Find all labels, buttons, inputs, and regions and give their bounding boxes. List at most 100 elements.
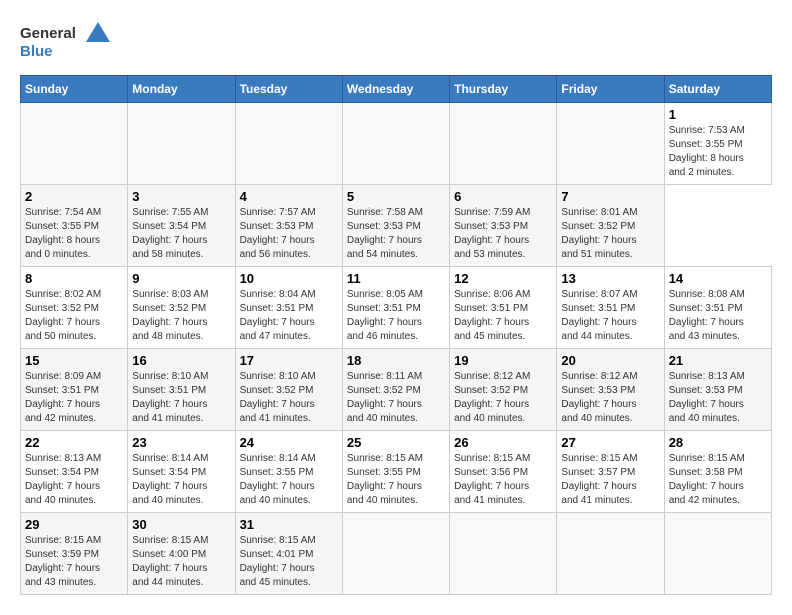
calendar-cell [557, 513, 664, 595]
calendar-cell: 12 Sunrise: 8:06 AM Sunset: 3:51 PM Dayli… [450, 267, 557, 349]
calendar-week-row: 8 Sunrise: 8:02 AM Sunset: 3:52 PM Daylig… [21, 267, 772, 349]
day-header-monday: Monday [128, 76, 235, 103]
calendar-week-row: 29 Sunrise: 8:15 AM Sunset: 3:59 PM Dayli… [21, 513, 772, 595]
day-info: Sunrise: 8:09 AM Sunset: 3:51 PM Dayligh… [25, 370, 123, 426]
day-info: Sunrise: 7:53 AM Sunset: 3:55 PM Dayligh… [669, 124, 767, 180]
day-number: 10 [240, 271, 338, 286]
calendar-body: 1 Sunrise: 7:53 AM Sunset: 3:55 PM Daylig… [21, 103, 772, 595]
calendar-cell [450, 103, 557, 185]
day-number: 16 [132, 353, 230, 368]
calendar-cell: 21 Sunrise: 8:13 AM Sunset: 3:53 PM Dayli… [664, 349, 771, 431]
calendar-cell [342, 103, 449, 185]
day-info: Sunrise: 7:59 AM Sunset: 3:53 PM Dayligh… [454, 206, 552, 262]
day-info: Sunrise: 8:02 AM Sunset: 3:52 PM Dayligh… [25, 288, 123, 344]
calendar-cell: 6Sunrise: 7:59 AM Sunset: 3:53 PM Daylig… [450, 185, 557, 267]
day-info: Sunrise: 8:06 AM Sunset: 3:51 PM Dayligh… [454, 288, 552, 344]
calendar-cell: 14Sunrise: 8:08 AM Sunset: 3:51 PM Dayli… [664, 267, 771, 349]
day-header-thursday: Thursday [450, 76, 557, 103]
day-number: 3 [132, 189, 230, 204]
day-header-sunday: Sunday [21, 76, 128, 103]
calendar-cell: 1 Sunrise: 7:53 AM Sunset: 3:55 PM Daylig… [664, 103, 771, 185]
day-info: Sunrise: 8:05 AM Sunset: 3:51 PM Dayligh… [347, 288, 445, 344]
day-info: Sunrise: 8:15 AM Sunset: 3:59 PM Dayligh… [25, 534, 123, 590]
calendar-week-row: 22Sunrise: 8:13 AM Sunset: 3:54 PM Dayli… [21, 431, 772, 513]
day-number: 9 [132, 271, 230, 286]
generalblue-logo: General Blue [20, 20, 120, 65]
day-number: 12 [454, 271, 552, 286]
day-header-wednesday: Wednesday [342, 76, 449, 103]
calendar-week-row: 1 Sunrise: 7:53 AM Sunset: 3:55 PM Daylig… [21, 103, 772, 185]
day-info: Sunrise: 7:57 AM Sunset: 3:53 PM Dayligh… [240, 206, 338, 262]
day-number: 30 [132, 517, 230, 532]
svg-text:Blue: Blue [20, 43, 53, 60]
day-info: Sunrise: 8:15 AM Sunset: 3:56 PM Dayligh… [454, 452, 552, 508]
page-header: General Blue [20, 20, 772, 65]
calendar-cell [235, 103, 342, 185]
calendar-cell: 16 Sunrise: 8:10 AM Sunset: 3:51 PM Dayli… [128, 349, 235, 431]
day-info: Sunrise: 8:14 AM Sunset: 3:55 PM Dayligh… [240, 452, 338, 508]
day-info: Sunrise: 8:11 AM Sunset: 3:52 PM Dayligh… [347, 370, 445, 426]
calendar-cell: 27 Sunrise: 8:15 AM Sunset: 3:57 PM Dayli… [557, 431, 664, 513]
calendar-cell: 10 Sunrise: 8:04 AM Sunset: 3:51 PM Dayli… [235, 267, 342, 349]
day-number: 21 [669, 353, 767, 368]
day-number: 5 [347, 189, 445, 204]
day-info: Sunrise: 8:10 AM Sunset: 3:51 PM Dayligh… [132, 370, 230, 426]
calendar-cell: 4 Sunrise: 7:57 AM Sunset: 3:53 PM Daylig… [235, 185, 342, 267]
day-number: 26 [454, 435, 552, 450]
day-header-friday: Friday [557, 76, 664, 103]
day-number: 13 [561, 271, 659, 286]
calendar-cell: 3Sunrise: 7:55 AM Sunset: 3:54 PM Daylig… [128, 185, 235, 267]
day-info: Sunrise: 7:58 AM Sunset: 3:53 PM Dayligh… [347, 206, 445, 262]
day-number: 4 [240, 189, 338, 204]
day-number: 25 [347, 435, 445, 450]
day-info: Sunrise: 8:13 AM Sunset: 3:53 PM Dayligh… [669, 370, 767, 426]
day-number: 28 [669, 435, 767, 450]
calendar-cell: 17 Sunrise: 8:10 AM Sunset: 3:52 PM Dayli… [235, 349, 342, 431]
calendar-week-row: 2Sunrise: 7:54 AM Sunset: 3:55 PM Daylig… [21, 185, 772, 267]
calendar-cell [450, 513, 557, 595]
day-number: 19 [454, 353, 552, 368]
day-number: 27 [561, 435, 659, 450]
calendar-cell [21, 103, 128, 185]
day-info: Sunrise: 8:15 AM Sunset: 4:01 PM Dayligh… [240, 534, 338, 590]
calendar-cell: 13Sunrise: 8:07 AM Sunset: 3:51 PM Dayli… [557, 267, 664, 349]
day-info: Sunrise: 8:15 AM Sunset: 3:55 PM Dayligh… [347, 452, 445, 508]
day-number: 1 [669, 107, 767, 122]
calendar-cell: 30 Sunrise: 8:15 AM Sunset: 4:00 PM Dayli… [128, 513, 235, 595]
calendar-cell [342, 513, 449, 595]
calendar-cell: 9 Sunrise: 8:03 AM Sunset: 3:52 PM Daylig… [128, 267, 235, 349]
day-info: Sunrise: 8:10 AM Sunset: 3:52 PM Dayligh… [240, 370, 338, 426]
day-info: Sunrise: 7:54 AM Sunset: 3:55 PM Dayligh… [25, 206, 123, 262]
calendar-cell: 18Sunrise: 8:11 AM Sunset: 3:52 PM Dayli… [342, 349, 449, 431]
day-info: Sunrise: 8:15 AM Sunset: 3:57 PM Dayligh… [561, 452, 659, 508]
logo: General Blue [20, 20, 120, 65]
calendar-cell: 8 Sunrise: 8:02 AM Sunset: 3:52 PM Daylig… [21, 267, 128, 349]
day-number: 14 [669, 271, 767, 286]
day-number: 8 [25, 271, 123, 286]
day-number: 24 [240, 435, 338, 450]
svg-text:General: General [20, 25, 76, 42]
day-number: 15 [25, 353, 123, 368]
day-number: 29 [25, 517, 123, 532]
calendar-cell: 29 Sunrise: 8:15 AM Sunset: 3:59 PM Dayli… [21, 513, 128, 595]
calendar-cell: 23Sunrise: 8:14 AM Sunset: 3:54 PM Dayli… [128, 431, 235, 513]
day-info: Sunrise: 8:15 AM Sunset: 4:00 PM Dayligh… [132, 534, 230, 590]
calendar-cell: 5 Sunrise: 7:58 AM Sunset: 3:53 PM Daylig… [342, 185, 449, 267]
calendar-cell: 25 Sunrise: 8:15 AM Sunset: 3:55 PM Dayli… [342, 431, 449, 513]
calendar-cell: 31Sunrise: 8:15 AM Sunset: 4:01 PM Dayli… [235, 513, 342, 595]
calendar-table: SundayMondayTuesdayWednesdayThursdayFrid… [20, 75, 772, 595]
calendar-cell: 22Sunrise: 8:13 AM Sunset: 3:54 PM Dayli… [21, 431, 128, 513]
calendar-cell: 24 Sunrise: 8:14 AM Sunset: 3:55 PM Dayli… [235, 431, 342, 513]
calendar-cell: 26 Sunrise: 8:15 AM Sunset: 3:56 PM Dayli… [450, 431, 557, 513]
day-info: Sunrise: 8:04 AM Sunset: 3:51 PM Dayligh… [240, 288, 338, 344]
calendar-header-row: SundayMondayTuesdayWednesdayThursdayFrid… [21, 76, 772, 103]
day-number: 23 [132, 435, 230, 450]
day-number: 20 [561, 353, 659, 368]
day-info: Sunrise: 8:03 AM Sunset: 3:52 PM Dayligh… [132, 288, 230, 344]
calendar-cell: 11Sunrise: 8:05 AM Sunset: 3:51 PM Dayli… [342, 267, 449, 349]
day-number: 22 [25, 435, 123, 450]
day-number: 17 [240, 353, 338, 368]
day-number: 7 [561, 189, 659, 204]
calendar-cell: 20Sunrise: 8:12 AM Sunset: 3:53 PM Dayli… [557, 349, 664, 431]
day-info: Sunrise: 8:12 AM Sunset: 3:52 PM Dayligh… [454, 370, 552, 426]
